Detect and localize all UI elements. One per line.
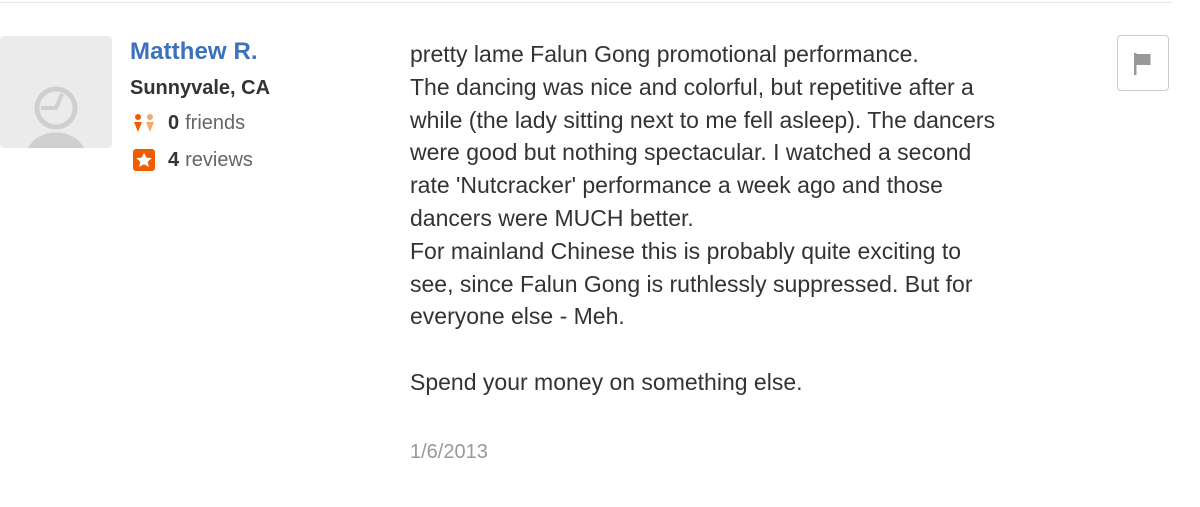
review-line: see, since Falun Gong is ruthlessly supp… [410,270,973,297]
review-card: Matthew R. Sunnyvale, CA 0 friends 4 rev… [0,0,1200,507]
review-closing-line: Spend your money on something else. [410,368,803,395]
user-avatar[interactable] [0,36,112,148]
review-line: everyone else - Meh. [410,303,625,330]
friends-icon [132,112,158,134]
review-line: pretty lame Falun Gong promotional perfo… [410,41,919,67]
divider [0,2,1172,3]
reviews-count: 4 reviews [132,149,253,171]
review-date: 1/6/2013 [410,441,488,463]
review-line: dancers were MUCH better. [410,204,694,231]
review-line: were good but nothing spectacular. I wat… [410,139,972,166]
reviews-label: reviews [185,148,253,171]
flag-icon [1134,53,1151,75]
flag-review-button[interactable] [1117,35,1169,91]
reviewer-location: Sunnyvale, CA [130,77,271,99]
review-line: The dancing was nice and colorful, but r… [410,73,974,100]
review-line: rate 'Nutcracker' performance a week ago… [410,172,943,199]
friends-label: friends [185,111,246,134]
review-line: while (the lady sitting next to me fell … [410,106,996,133]
default-user-avatar-icon [27,86,85,148]
reviewer-name-link[interactable]: Matthew R. [130,38,258,66]
review-line: For mainland Chinese this is probably qu… [410,237,962,264]
friends-count-value: 0 [168,111,180,134]
friends-count: 0 friends [132,112,245,134]
review-text: pretty lame Falun Gong promotional perfo… [410,38,1110,399]
star-badge-icon [132,149,158,171]
reviews-count-value: 4 [168,148,180,171]
